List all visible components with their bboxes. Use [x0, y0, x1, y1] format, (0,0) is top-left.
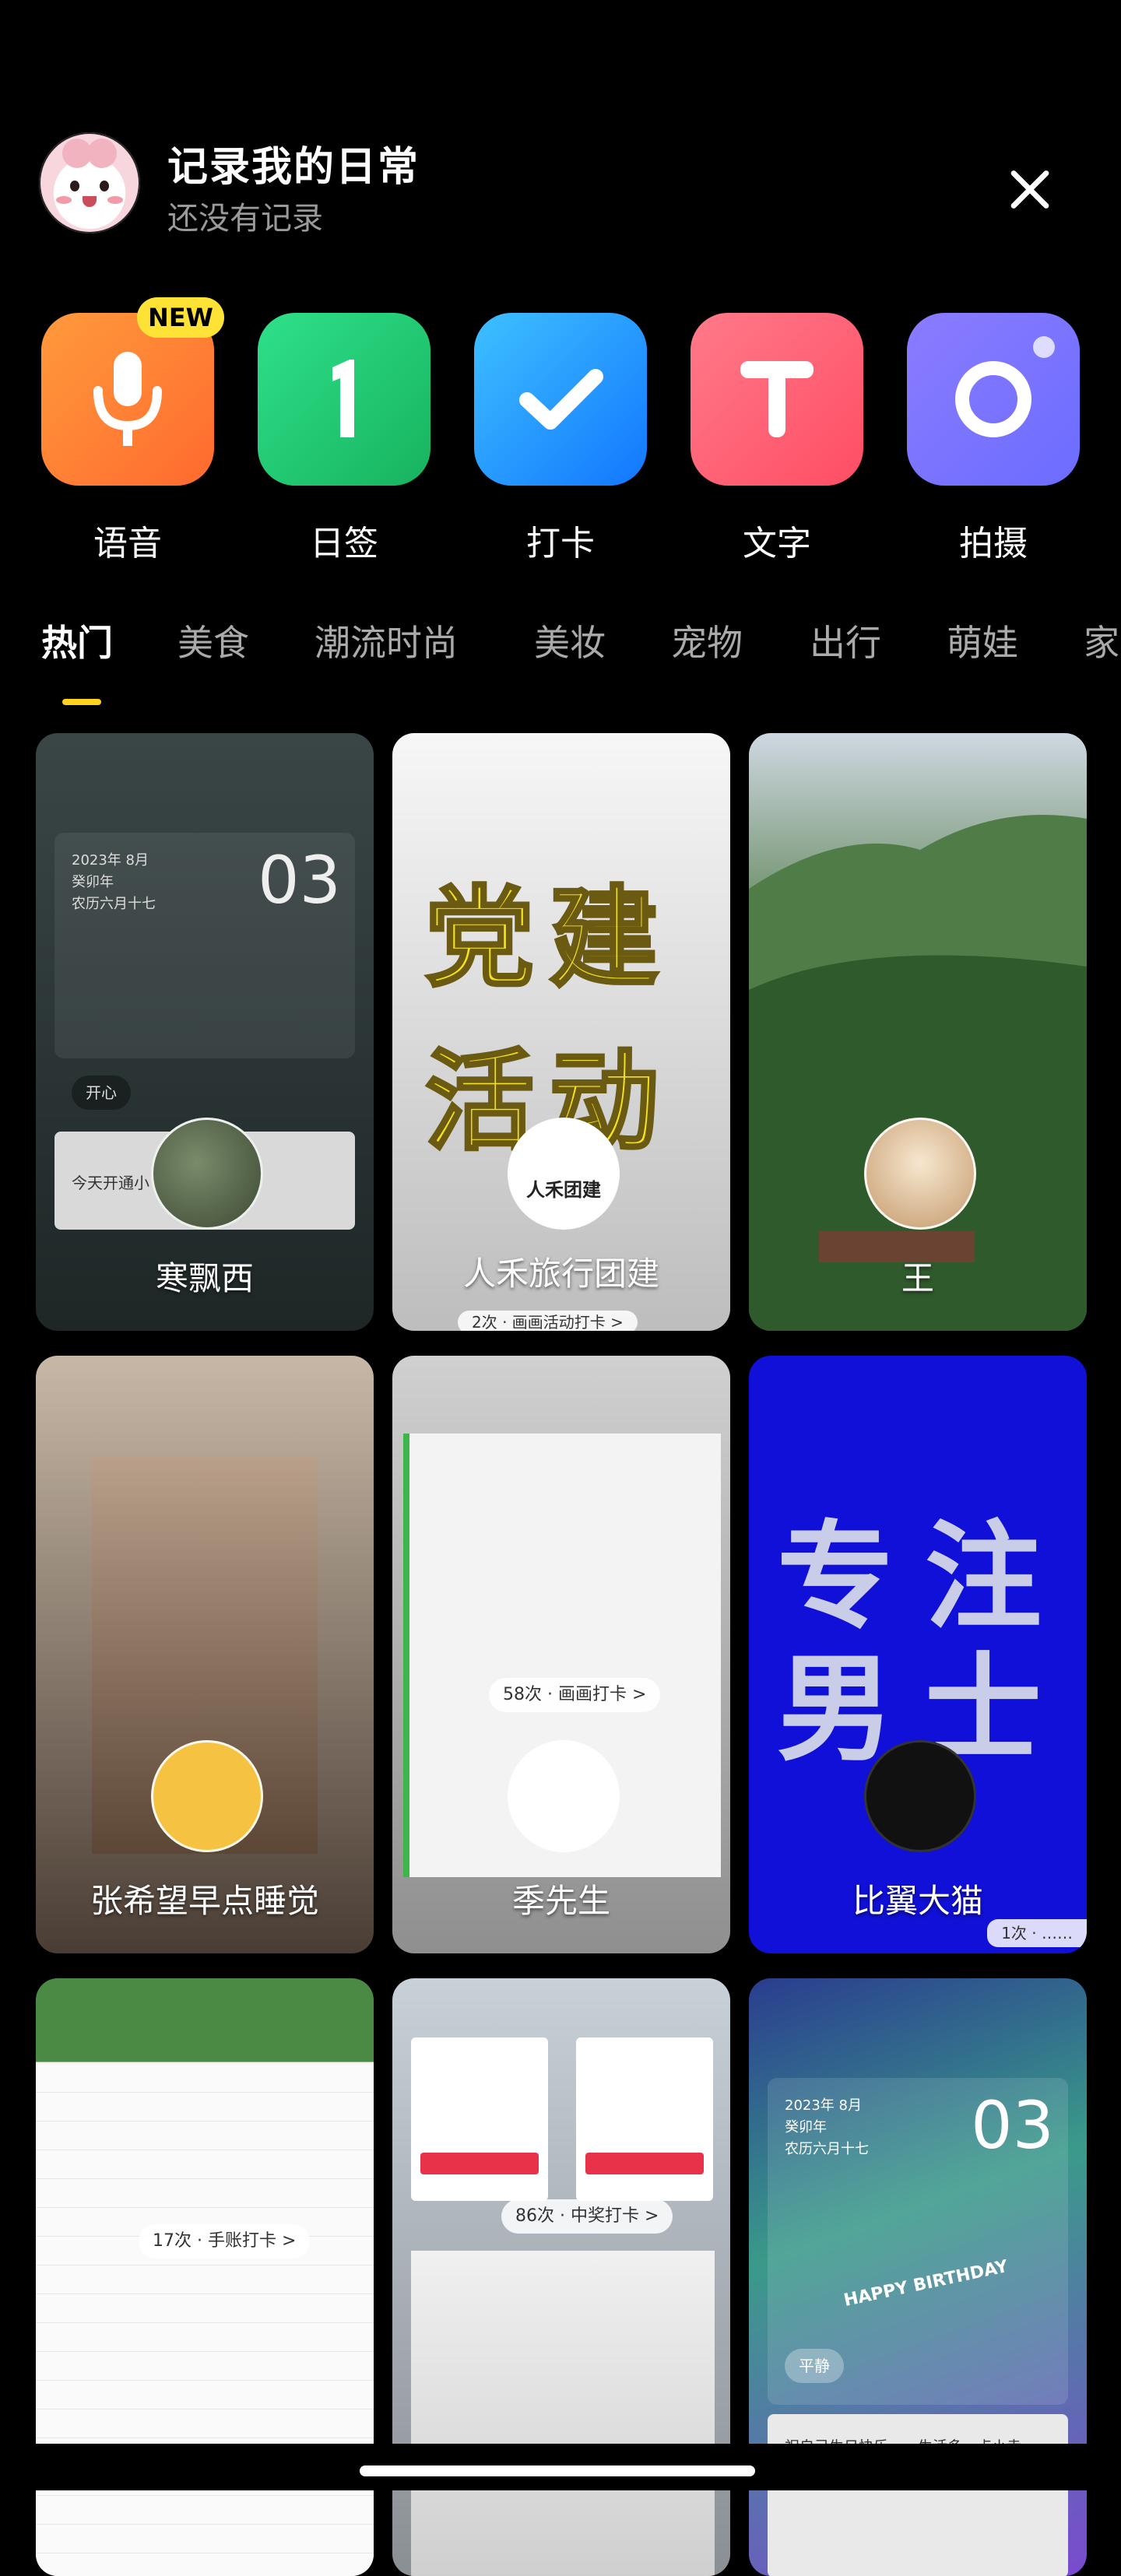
note-panel: 祝自己生日快乐……生活多一点小幸运，未来	[768, 2414, 1068, 2576]
daily-sign-icon	[258, 313, 430, 486]
capture-label: 拍摄	[959, 524, 1028, 563]
coupon-card-left	[411, 2037, 548, 2201]
tab-home[interactable]: 家	[1084, 615, 1119, 666]
logo-text: 人禾团建	[526, 1179, 601, 1201]
creator-name: 季先生	[511, 1882, 610, 1920]
template-card[interactable]: 58次 · 画画打卡 > 季先生	[392, 1356, 730, 1953]
tab-travel[interactable]: 出行	[810, 615, 881, 666]
calendar-date: 2023年 8月 癸卯年 农历六月十七	[785, 2097, 869, 2157]
avatar-eye-right	[100, 181, 109, 191]
page-title: 记录我的日常	[167, 144, 420, 191]
home-indicator[interactable]	[360, 2465, 755, 2476]
creator-name: 寒飘西	[155, 1259, 254, 1297]
camera-circle-icon	[907, 313, 1080, 486]
mood-tag: 平静	[785, 2349, 844, 2383]
creator-avatar[interactable]	[864, 1740, 976, 1852]
calendar-date: 2023年 8月 癸卯年 农历六月十七	[72, 852, 156, 912]
checkin-count-pill[interactable]: 86次 · 中奖打卡 >	[501, 2199, 673, 2234]
tab-fashion[interactable]: 潮流时尚	[315, 615, 458, 666]
avatar-blush-left	[56, 196, 72, 204]
creator-avatar[interactable]: 人禾团建	[508, 1118, 620, 1230]
creator-name: 人禾旅行团建	[462, 1255, 659, 1293]
creator-avatar[interactable]	[864, 1118, 976, 1230]
checkin-label: 打卡	[526, 524, 595, 563]
tab-makeup[interactable]: 美妆	[534, 615, 606, 666]
creator-avatar[interactable]	[508, 1740, 620, 1852]
text-label: 文字	[743, 524, 811, 563]
checkin-count-pill[interactable]: 58次 · 画画打卡 >	[489, 1678, 661, 1712]
checkin-count-pill[interactable]: 17次 · 手账打卡 >	[139, 2224, 311, 2258]
coupon-card-right	[576, 2037, 713, 2201]
template-card[interactable]: 张希望早点睡觉	[36, 1356, 374, 1953]
coupon-button-left	[420, 2153, 539, 2174]
mood-tag: 开心	[72, 1076, 131, 1110]
new-badge: NEW	[137, 297, 224, 338]
mountain-photo	[749, 815, 1087, 1331]
category-tabs: 热门 美食 潮流时尚 美妆 宠物 出行 萌娃 家	[0, 615, 1121, 685]
header: 记录我的日常 还没有记录	[0, 117, 1121, 249]
tab-food[interactable]: 美食	[177, 615, 249, 666]
record-status: 还没有记录	[167, 201, 323, 237]
tab-pets[interactable]: 宠物	[671, 615, 743, 666]
creator-name: 张希望早点睡觉	[90, 1882, 319, 1920]
active-tab-indicator	[62, 699, 101, 705]
coupon-button-right	[585, 2153, 704, 2174]
calendar-day: 03	[258, 842, 341, 918]
checkin-action-button[interactable]: 打卡	[474, 313, 647, 565]
user-avatar[interactable]	[39, 132, 140, 233]
calendar-day: 03	[971, 2087, 1054, 2164]
card-big-text-line1: 专注	[777, 1510, 1074, 1645]
avatar-blush-right	[107, 196, 123, 204]
template-card[interactable]: 王	[749, 733, 1087, 1331]
note-text: 今天开通小	[72, 1174, 149, 1192]
checkin-count-pill[interactable]: 1次 · ……	[987, 1919, 1087, 1947]
creator-avatar[interactable]	[151, 1118, 263, 1230]
checkmark-icon	[474, 313, 647, 486]
handwritten-note-photo	[36, 2064, 374, 2576]
template-card[interactable]: 党建活动 人禾团建 人禾旅行团建 2次 · 画画活动打卡 >	[392, 733, 730, 1331]
voice-action-button[interactable]: 语音	[41, 313, 214, 565]
checkin-count-pill[interactable]: 2次 · 画画活动打卡 >	[458, 1311, 638, 1331]
template-card[interactable]: 2023年 8月 癸卯年 农历六月十七 03 开心 今天开通小 寒飘西	[36, 733, 374, 1331]
daily-sign-label: 日签	[310, 524, 378, 563]
text-icon	[691, 313, 863, 486]
capture-action-button[interactable]: 拍摄	[907, 313, 1080, 565]
text-action-button[interactable]: 文字	[691, 313, 863, 565]
template-card[interactable]: 专注 男士 比翼大猫 1次 · ……	[749, 1356, 1087, 1953]
tab-kids[interactable]: 萌娃	[947, 615, 1018, 666]
tab-hot[interactable]: 热门	[41, 615, 113, 666]
avatar-mouth	[83, 196, 97, 207]
close-icon[interactable]	[995, 154, 1065, 224]
products-photo	[411, 2251, 715, 2576]
creator-name: 王	[901, 1259, 934, 1297]
avatar-eye-left	[70, 181, 79, 191]
creator-avatar[interactable]	[151, 1740, 263, 1852]
voice-label: 语音	[93, 524, 162, 563]
microphone-icon	[41, 313, 214, 486]
avatar-ear-right	[87, 139, 117, 168]
creator-name: 比翼大猫	[852, 1882, 983, 1920]
daily-sign-action-button[interactable]: 日签	[258, 313, 430, 565]
